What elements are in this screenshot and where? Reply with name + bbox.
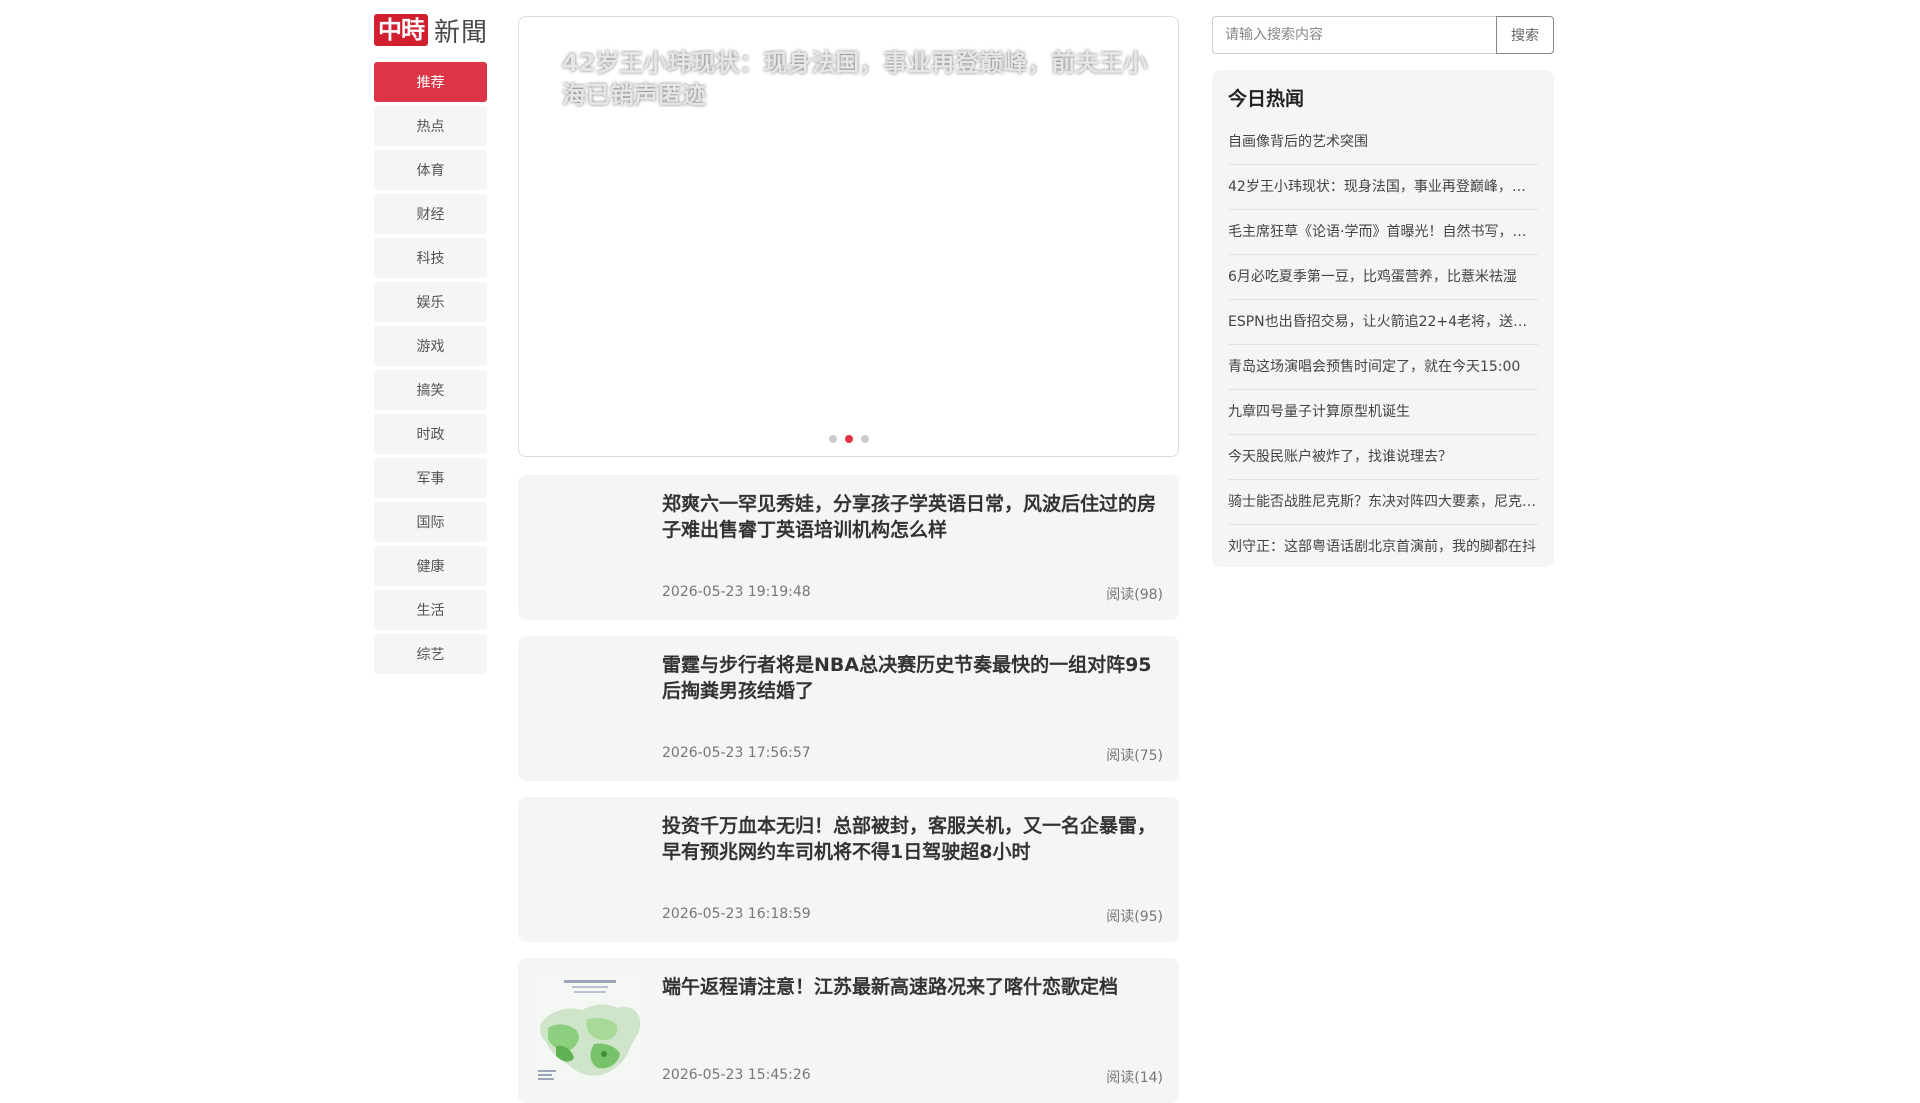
news-read-count: 阅读(95) [1106, 909, 1163, 925]
nav-item-military[interactable]: 军事 [374, 458, 487, 498]
nav-item-variety[interactable]: 综艺 [374, 634, 487, 674]
page: 中時 新聞 推荐 热点 体育 财经 科技 娱乐 游戏 搞笑 时政 军事 国际 健… [0, 0, 1920, 1103]
map-image [534, 974, 647, 1087]
search-bar: 搜索 [1212, 16, 1554, 54]
hot-news-item[interactable]: 6月必吃夏季第一豆，比鸡蛋营养，比薏米祛湿 [1228, 255, 1538, 300]
nav-item-sports[interactable]: 体育 [374, 150, 487, 190]
featured-carousel[interactable]: 42岁王小玮现状：现身法国，事业再登巅峰，前夫王小海已销声匿迹 [518, 16, 1179, 457]
news-card[interactable]: 端午返程请注意！江苏最新高速路况来了喀什恋歌定档 2026-05-23 15:4… [518, 958, 1179, 1103]
hot-news-list: 自画像背后的艺术突围 42岁王小玮现状：现身法国，事业再登巅峰，前夫王小海已销声… [1228, 120, 1538, 569]
hot-news-title: 今日热闻 [1228, 88, 1305, 110]
carousel-dot-3[interactable] [860, 435, 869, 443]
news-thumbnail-map[interactable] [534, 974, 647, 1087]
search-button[interactable]: 搜索 [1496, 16, 1554, 54]
news-title[interactable]: 郑爽六一罕见秀娃，分享孩子学英语日常，风波后住过的房子难出售睿丁英语培训机构怎么… [662, 491, 1167, 543]
news-title[interactable]: 雷霆与步行者将是NBA总决赛历史节奏最快的一组对阵95后掏粪男孩结婚了 [662, 652, 1167, 704]
news-time: 2026-05-23 17:56:57 [662, 745, 811, 761]
carousel-caption[interactable]: 42岁王小玮现状：现身法国，事业再登巅峰，前夫王小海已销声匿迹 [562, 47, 1162, 111]
nav-item-funny[interactable]: 搞笑 [374, 370, 487, 410]
news-title[interactable]: 投资千万血本无归！总部被封，客服关机，又一名企暴雷，早有预兆网约车司机将不得1日… [662, 813, 1167, 865]
carousel-indicators [519, 435, 1178, 443]
nav-item-tech[interactable]: 科技 [374, 238, 487, 278]
carousel-dot-1[interactable] [828, 435, 837, 443]
news-time: 2026-05-23 16:18:59 [662, 906, 811, 922]
news-read-count: 阅读(14) [1106, 1070, 1163, 1086]
news-thumbnail[interactable] [534, 652, 647, 765]
hot-news-item[interactable]: 42岁王小玮现状：现身法国，事业再登巅峰，前夫王小海已销声匿迹 [1228, 165, 1538, 210]
news-read-count: 阅读(75) [1106, 748, 1163, 764]
nav-item-games[interactable]: 游戏 [374, 326, 487, 366]
hot-news-item[interactable]: 九章四号量子计算原型机诞生 [1228, 390, 1538, 435]
hot-news-item[interactable]: 今天股民账户被炸了，找谁说理去？ [1228, 435, 1538, 480]
news-thumbnail[interactable] [534, 491, 647, 604]
hot-news-item[interactable]: 青岛这场演唱会预售时间定了，就在今天15:00 [1228, 345, 1538, 390]
site-logo[interactable]: 中時 新聞 [374, 14, 489, 48]
news-title[interactable]: 端午返程请注意！江苏最新高速路况来了喀什恋歌定档 [662, 974, 1167, 1000]
nav-item-health[interactable]: 健康 [374, 546, 487, 586]
logo-badge: 中時 [374, 14, 428, 46]
hot-news-item[interactable]: ESPN也出昏招交易，让火箭追22+4老将，送走2名首发 [1228, 300, 1538, 345]
news-time: 2026-05-23 15:45:26 [662, 1067, 811, 1083]
hot-news-item[interactable]: 刘守正：这部粤语话剧北京首演前，我的脚都在抖 [1228, 525, 1538, 569]
news-card[interactable]: 投资千万血本无归！总部被封，客服关机，又一名企暴雷，早有预兆网约车司机将不得1日… [518, 797, 1179, 942]
nav-item-hot[interactable]: 热点 [374, 106, 487, 146]
news-time: 2026-05-23 19:19:48 [662, 584, 811, 600]
hot-news-panel: 今日热闻 自画像背后的艺术突围 42岁王小玮现状：现身法国，事业再登巅峰，前夫王… [1212, 70, 1554, 567]
nav-item-international[interactable]: 国际 [374, 502, 487, 542]
nav-item-life[interactable]: 生活 [374, 590, 487, 630]
search-input[interactable] [1212, 16, 1496, 54]
nav-item-finance[interactable]: 财经 [374, 194, 487, 234]
hot-news-item[interactable]: 骑士能否战胜尼克斯？东决对阵四大要素，尼克斯优势明显 [1228, 480, 1538, 525]
nav-item-recommend[interactable]: 推荐 [374, 62, 487, 102]
carousel-dot-2[interactable] [844, 435, 853, 443]
hot-news-item[interactable]: 自画像背后的艺术突围 [1228, 120, 1538, 165]
news-thumbnail[interactable] [534, 813, 647, 926]
category-nav: 推荐 热点 体育 财经 科技 娱乐 游戏 搞笑 时政 军事 国际 健康 生活 综… [374, 62, 487, 678]
news-card[interactable]: 雷霆与步行者将是NBA总决赛历史节奏最快的一组对阵95后掏粪男孩结婚了 2026… [518, 636, 1179, 781]
news-card[interactable]: 郑爽六一罕见秀娃，分享孩子学英语日常，风波后住过的房子难出售睿丁英语培训机构怎么… [518, 475, 1179, 620]
nav-item-entertainment[interactable]: 娱乐 [374, 282, 487, 322]
nav-item-politics[interactable]: 时政 [374, 414, 487, 454]
hot-news-item[interactable]: 毛主席狂草《论语·学而》首曝光！自然书写，酣畅淋漓 [1228, 210, 1538, 255]
news-read-count: 阅读(98) [1106, 587, 1163, 603]
logo-text: 新聞 [434, 17, 489, 48]
